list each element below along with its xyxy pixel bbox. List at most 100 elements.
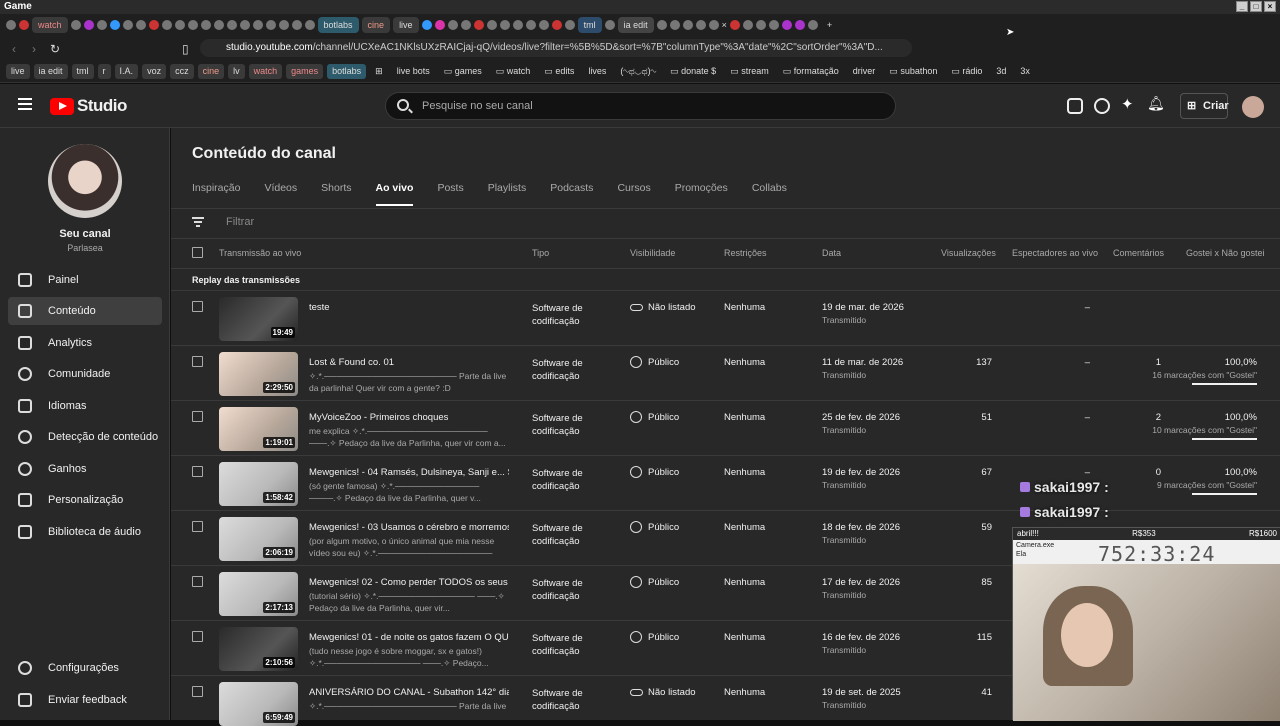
minimize-button[interactable]: _ [1236, 1, 1248, 12]
tab-botlabs[interactable]: botlabs [317, 16, 359, 33]
tab-posts[interactable]: Posts [437, 182, 463, 206]
video-title[interactable]: MyVoiceZoo - Primeiros choques [309, 412, 509, 423]
tab-favicon[interactable] [135, 19, 146, 30]
tab-favicon[interactable] [447, 19, 458, 30]
row-checkbox[interactable] [192, 521, 203, 532]
column-header-views[interactable]: Visualizações [941, 248, 996, 258]
bookmark-item[interactable]: games [286, 64, 324, 79]
column-header-visibility[interactable]: Visibilidade [630, 248, 675, 258]
tab-favicon[interactable] [695, 19, 706, 30]
visibility-select[interactable]: Público [630, 466, 679, 478]
forward-icon[interactable]: › [32, 42, 36, 56]
tab-watch[interactable]: watch [32, 16, 68, 33]
video-title[interactable]: Mewgenics! - 03 Usamos o cérebro e morre… [309, 522, 509, 533]
column-header-date[interactable]: Data [822, 248, 841, 258]
video-thumbnail[interactable]: 1:19:01 [219, 407, 298, 451]
tab-favicon[interactable] [226, 19, 237, 30]
tab-favicon[interactable] [473, 19, 484, 30]
tab-favicon[interactable] [161, 19, 172, 30]
row-checkbox[interactable] [192, 466, 203, 477]
tab-favicon[interactable] [768, 19, 779, 30]
url-field[interactable]: studio.youtube.com/channel/UCXeAC1NKlsUX… [200, 39, 912, 57]
tab-favicon[interactable] [421, 19, 432, 30]
bookmark-item[interactable]: lives [583, 64, 611, 79]
bookmark-item[interactable]: r [97, 64, 111, 79]
maximize-button[interactable]: □ [1250, 1, 1262, 12]
bookmark-folder[interactable]: edits [539, 64, 579, 79]
bookmark-item[interactable]: ccz [170, 64, 194, 79]
tab-favicon[interactable] [83, 19, 94, 30]
tab-favicon[interactable] [239, 19, 250, 30]
tab-favicon[interactable] [604, 19, 615, 30]
bookmark-folder[interactable]: stream [725, 64, 774, 79]
video-thumbnail[interactable]: 2:06:19 [219, 517, 298, 561]
column-header-type[interactable]: Tipo [532, 248, 549, 258]
tab-ia-edit[interactable]: ia edit [617, 16, 654, 33]
hamburger-menu-icon[interactable] [18, 98, 32, 113]
table-row[interactable]: 19:49 teste Software de codificação Não … [171, 290, 1280, 345]
bookmark-item[interactable]: watch [248, 64, 283, 79]
video-thumbnail[interactable]: 2:17:13 [219, 572, 298, 616]
tab-favicon[interactable] [669, 19, 680, 30]
tab-inspiracao[interactable]: Inspiração [192, 182, 240, 206]
tab-favicon[interactable] [19, 19, 29, 30]
new-tab-icon[interactable]: + [827, 20, 832, 30]
tab-favicon[interactable] [278, 19, 289, 30]
tab-favicon[interactable] [486, 19, 497, 30]
visibility-select[interactable]: Público [630, 356, 679, 368]
notifications-bell-icon[interactable]: 🔔︎ [1147, 95, 1165, 111]
bookmark-item[interactable]: lv [228, 64, 245, 79]
bookmark-folder[interactable]: rádio [946, 64, 987, 79]
bookmark-folder[interactable]: watch [491, 64, 536, 79]
tab-favicon[interactable] [96, 19, 107, 30]
tab-favicon[interactable] [148, 19, 159, 30]
tab-favicon[interactable] [742, 19, 753, 30]
tab-favicon[interactable] [434, 19, 445, 30]
row-checkbox[interactable] [192, 576, 203, 587]
video-title[interactable]: ANIVERSÁRIO DO CANAL - Subathon 142° dia [309, 687, 509, 698]
table-row[interactable]: 1:19:01 MyVoiceZoo - Primeiros choques m… [171, 400, 1280, 455]
tab-favicon[interactable] [781, 19, 792, 30]
bookmark-item[interactable]: 3d [991, 64, 1011, 79]
tab-tml[interactable]: tml [577, 16, 602, 33]
column-header-stream[interactable]: Transmissão ao vivo [219, 248, 301, 258]
video-thumbnail[interactable]: 2:29:50 [219, 352, 298, 396]
create-button[interactable]: Criar [1180, 93, 1229, 119]
row-checkbox[interactable] [192, 411, 203, 422]
tab-favicon[interactable] [291, 19, 302, 30]
tab-promocoes[interactable]: Promoções [675, 182, 728, 206]
sidebar-item-analytics[interactable]: Analytics [8, 329, 162, 357]
bookmark-icon[interactable]: ▯ [182, 42, 189, 56]
sidebar-item-idiomas[interactable]: Idiomas [8, 392, 162, 420]
table-row[interactable]: 2:29:50 Lost & Found co. 01 ✧.*.────────… [171, 345, 1280, 400]
back-icon[interactable]: ‹ [12, 42, 16, 56]
column-header-likes[interactable]: Gostei x Não gostei [1186, 248, 1265, 258]
table-row[interactable]: 1:58:42 Mewgenics! - 04 Ramsés, Dulsiney… [171, 455, 1280, 510]
tab-favicon[interactable] [682, 19, 693, 30]
help-icon[interactable] [1094, 98, 1110, 114]
bookmark-item[interactable]: tml [71, 64, 94, 79]
tab-favicon[interactable] [187, 19, 198, 30]
tab-favicon[interactable] [109, 19, 120, 30]
tab-favicon[interactable] [499, 19, 510, 30]
tab-favicon[interactable] [460, 19, 471, 30]
bookmark-item[interactable]: cine [197, 64, 225, 79]
video-title[interactable]: Mewgenics! 01 - de noite os gatos fazem … [309, 632, 509, 643]
visibility-select[interactable]: Público [630, 411, 679, 423]
sidebar-item-personalizacao[interactable]: Personalização [8, 486, 162, 514]
tab-favicon[interactable] [304, 19, 315, 30]
video-thumbnail[interactable]: 6:59:49 [219, 682, 298, 726]
channel-avatar[interactable] [48, 144, 122, 218]
sidebar-item-biblioteca-audio[interactable]: Biblioteca de áudio [8, 518, 162, 546]
sidebar-item-configuracoes[interactable]: Configurações [8, 654, 162, 682]
bookmark-item[interactable]: I.A. [114, 64, 139, 79]
tab-favicon[interactable] [200, 19, 211, 30]
sidebar-item-deteccao[interactable]: Detecção de conteúdo [8, 423, 162, 451]
tab-favicon[interactable] [252, 19, 263, 30]
tab-favicon[interactable] [538, 19, 549, 30]
tab-favicon[interactable] [794, 19, 805, 30]
sidebar-item-conteudo[interactable]: Conteúdo [8, 297, 162, 325]
visibility-select[interactable]: Público [630, 521, 679, 533]
visibility-select[interactable]: Não listado [630, 302, 696, 313]
tab-favicon[interactable] [708, 19, 719, 30]
